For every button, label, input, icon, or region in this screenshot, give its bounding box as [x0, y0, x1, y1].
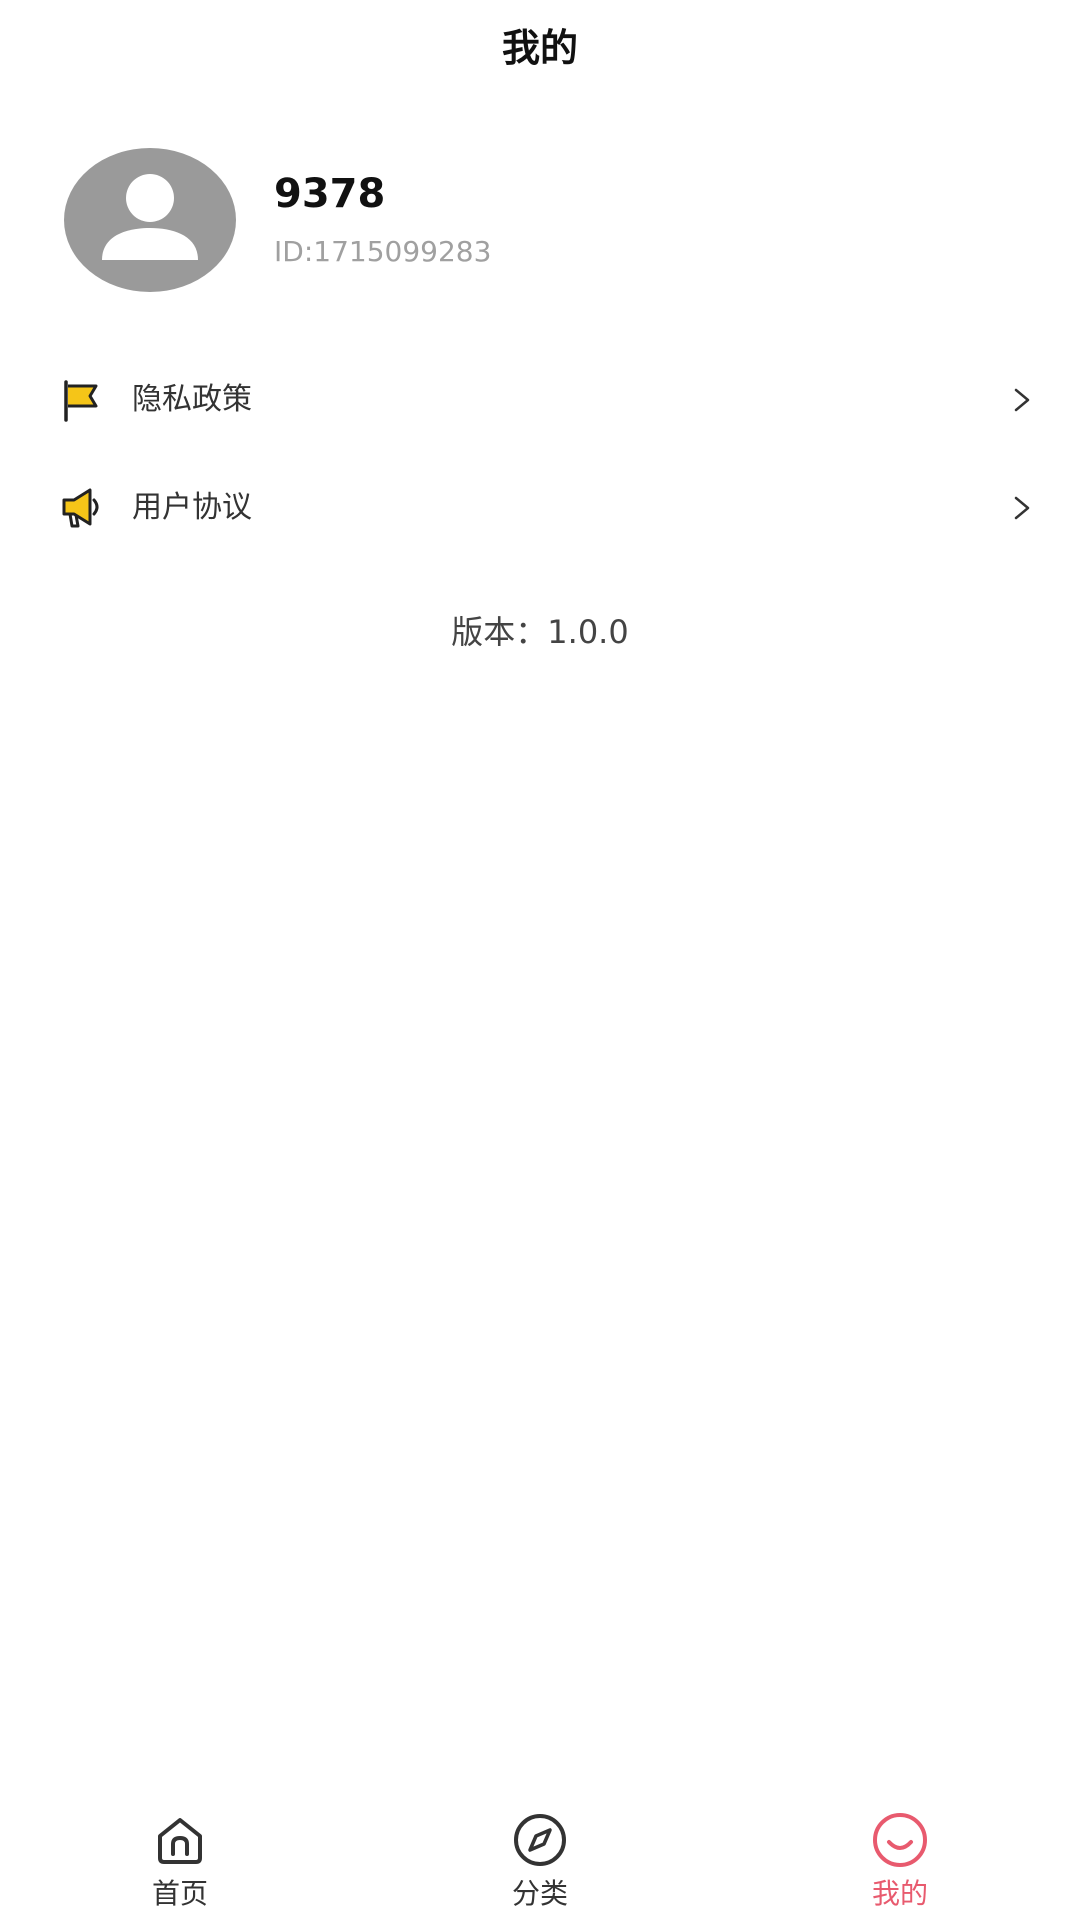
smile-icon [873, 1813, 927, 1867]
avatar[interactable] [64, 148, 236, 292]
chevron-right-icon [1014, 388, 1030, 412]
settings-menu: 隐私政策 用户协议 [0, 352, 1080, 568]
compass-icon [514, 1814, 566, 1866]
bottom-tab-bar: 首页 分类 我的 [0, 1800, 1080, 1920]
menu-item-label: 用户协议 [132, 490, 252, 525]
megaphone-icon [62, 488, 99, 528]
page-title: 我的 [501, 26, 578, 70]
tab-label: 我的 [871, 1877, 928, 1910]
menu-item-user-agreement[interactable]: 用户协议 [0, 460, 1080, 568]
username: 9378 [274, 171, 386, 217]
menu-item-privacy-policy[interactable]: 隐私政策 [0, 352, 1080, 460]
tab-mine[interactable]: 我的 [810, 1800, 990, 1920]
menu-item-label: 隐私政策 [132, 382, 252, 417]
profile-card[interactable]: 9378 ID:1715099283 [64, 148, 1014, 292]
tab-home[interactable]: 首页 [90, 1800, 270, 1920]
tab-label: 分类 [511, 1877, 568, 1910]
flag-icon [64, 380, 98, 422]
version-text: 版本：1.0.0 [451, 613, 629, 651]
home-icon [158, 1818, 202, 1864]
user-id: ID:1715099283 [274, 235, 492, 268]
chevron-right-icon [1014, 496, 1030, 520]
user-avatar-icon [102, 174, 198, 260]
tab-category[interactable]: 分类 [450, 1800, 630, 1920]
tab-label: 首页 [151, 1877, 208, 1910]
